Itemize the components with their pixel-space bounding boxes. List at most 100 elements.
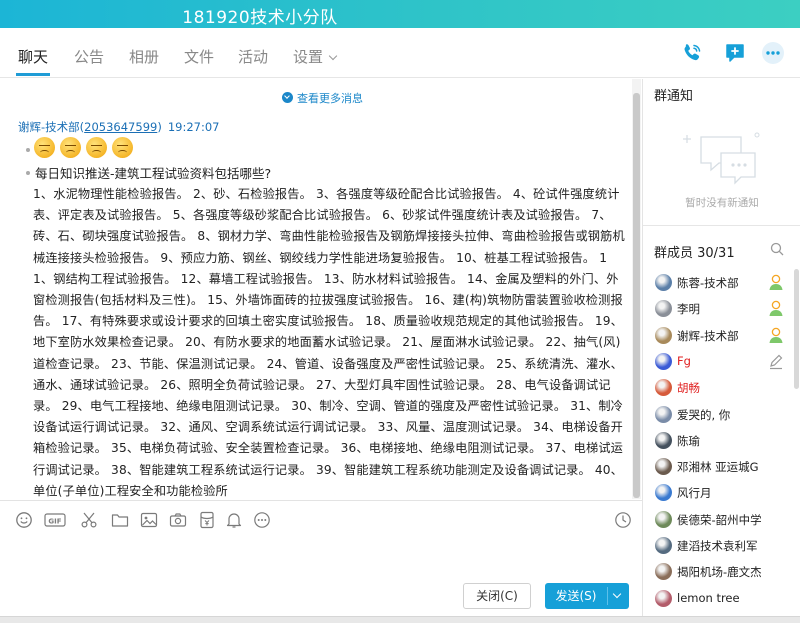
tab-settings-label: 设置 xyxy=(293,48,324,66)
red-packet-icon[interactable] xyxy=(198,511,216,529)
sender-id-close: ) xyxy=(157,120,162,134)
input-toolbar: GIF xyxy=(0,500,642,538)
send-button-divider xyxy=(607,587,608,605)
send-options-chevron-icon[interactable] xyxy=(612,589,622,599)
send-button-label: 发送(S) xyxy=(555,589,597,603)
avatar[interactable] xyxy=(655,274,672,291)
group-notice-title: 群通知 xyxy=(654,89,694,104)
member-row[interactable]: 陈蓉-技术部 xyxy=(643,271,800,295)
admin-user-icon xyxy=(769,301,783,317)
tab-album[interactable]: 相册 xyxy=(129,46,159,67)
tab-settings[interactable]: 设置 xyxy=(293,46,338,67)
member-row[interactable]: 爱哭的, 你 xyxy=(643,403,800,427)
close-button[interactable]: 关闭(C) xyxy=(463,583,531,609)
more-icon[interactable] xyxy=(761,41,785,65)
member-name[interactable]: 谢辉-技术部 xyxy=(677,328,739,344)
chevron-down-icon xyxy=(328,51,338,61)
member-name[interactable]: 揭阳机场-鹿文杰 xyxy=(677,564,762,580)
search-icon[interactable] xyxy=(770,242,784,256)
member-row[interactable]: 揭阳机场-鹿文杰 xyxy=(643,560,800,584)
tab-bar: 聊天 公告 相册 文件 活动 设置 xyxy=(0,28,800,78)
send-button[interactable]: 发送(S) xyxy=(545,583,629,609)
tab-files[interactable]: 文件 xyxy=(184,46,214,67)
view-more-label: 查看更多消息 xyxy=(297,92,363,105)
scissors-icon[interactable] xyxy=(80,511,98,529)
member-name[interactable]: 风行月 xyxy=(677,485,712,501)
avatar[interactable] xyxy=(655,563,672,581)
panel-divider xyxy=(643,225,800,226)
avatar[interactable] xyxy=(655,379,672,397)
avatar[interactable] xyxy=(655,405,672,423)
bell-icon[interactable] xyxy=(225,511,243,529)
sad-face-emoji-icon xyxy=(34,137,55,158)
view-more-link[interactable]: 查看更多消息 xyxy=(282,90,363,106)
member-row[interactable]: 风行月 xyxy=(643,481,800,505)
svg-text:GIF: GIF xyxy=(48,517,61,525)
phone-icon[interactable] xyxy=(680,41,704,65)
tab-announcements[interactable]: 公告 xyxy=(74,46,104,67)
sender-name[interactable]: 谢辉-技术部 xyxy=(18,120,80,134)
right-panel: 群通知 暂时没有新通知 群成员 30/31 陈蓉-技术部 李明谢辉-技术部 Fg 胡畅… xyxy=(642,79,800,623)
member-row[interactable]: 邓湘林 亚运城G xyxy=(643,455,800,479)
title-bar[interactable]: 181920技术小分队 xyxy=(0,0,800,28)
emoji-icon[interactable] xyxy=(15,511,33,529)
member-name[interactable]: 爱哭的, 你 xyxy=(677,407,730,423)
message-body: 1、水泥物理性能检验报告。 2、砂、石检验报告。 3、各强度等级砼配合比试验报告… xyxy=(33,187,625,498)
members-title: 群成员 30/31 xyxy=(654,246,735,261)
window-title: 181920技术小分队 xyxy=(182,8,338,28)
history-icon[interactable] xyxy=(614,511,632,529)
avatar[interactable] xyxy=(655,510,672,528)
member-row[interactable]: 李明 xyxy=(643,297,800,321)
more-dots-icon[interactable] xyxy=(253,511,271,529)
member-row[interactable]: Fg xyxy=(643,350,800,374)
member-name[interactable]: lemon tree xyxy=(677,591,740,605)
image-icon[interactable] xyxy=(140,511,158,529)
member-row[interactable]: lemon tree xyxy=(643,587,800,611)
avatar[interactable] xyxy=(655,431,672,449)
message-scrollbar[interactable] xyxy=(632,79,641,499)
add-app-icon[interactable] xyxy=(723,41,747,65)
message-area[interactable]: 查看更多消息 谢辉-技术部(2053647599) 19:27:07 每日知识推送… xyxy=(0,79,632,499)
member-name[interactable]: 陈蓉-技术部 xyxy=(677,275,739,291)
folder-icon[interactable] xyxy=(111,511,129,529)
sender-id[interactable]: 2053647599 xyxy=(84,120,157,134)
camera-icon[interactable] xyxy=(169,511,187,529)
message-input[interactable] xyxy=(0,538,642,578)
member-list-scrollbar[interactable] xyxy=(794,269,799,389)
avatar[interactable] xyxy=(655,537,672,554)
sad-face-emoji-icon xyxy=(86,137,107,158)
message-sender[interactable]: 谢辉-技术部(2053647599) 19:27:07 xyxy=(18,119,219,135)
member-name[interactable]: Fg xyxy=(677,354,691,368)
avatar[interactable] xyxy=(655,326,672,344)
notice-empty-text: 暂时没有新通知 xyxy=(685,197,759,209)
member-row[interactable]: 侯德荣-韶州中学 xyxy=(643,508,800,532)
member-row[interactable]: 建滔技术袁利军 xyxy=(643,534,800,558)
sad-face-emoji-icon xyxy=(112,137,133,158)
active-tab-indicator xyxy=(16,73,50,76)
emoji-message xyxy=(34,137,138,163)
message-bullet xyxy=(26,148,30,152)
sad-face-emoji-icon xyxy=(60,137,81,158)
member-row[interactable]: 胡畅 xyxy=(643,376,800,400)
arrow-up-circle-icon xyxy=(282,92,293,103)
tab-activities[interactable]: 活动 xyxy=(238,46,268,67)
member-name[interactable]: 侯德荣-韶州中学 xyxy=(677,512,762,528)
avatar[interactable] xyxy=(655,300,672,318)
group-chat-window: 181920技术小分队 聊天 公告 相册 文件 活动 设置 查看更多消息 谢辉-… xyxy=(0,0,800,623)
gif-icon[interactable]: GIF xyxy=(44,511,66,529)
member-row[interactable]: 陈瑜 xyxy=(643,429,800,453)
member-name[interactable]: 建滔技术袁利军 xyxy=(677,538,758,554)
avatar[interactable] xyxy=(655,484,672,502)
member-name[interactable]: 邓湘林 亚运城G xyxy=(677,459,759,475)
member-name[interactable]: 陈瑜 xyxy=(677,433,700,449)
avatar[interactable] xyxy=(655,589,672,607)
avatar[interactable] xyxy=(655,458,672,476)
member-name[interactable]: 胡畅 xyxy=(677,380,700,396)
member-row[interactable]: 谢辉-技术部 xyxy=(643,324,800,348)
member-name[interactable]: 李明 xyxy=(677,301,700,317)
avatar[interactable] xyxy=(655,352,672,370)
tab-chat[interactable]: 聊天 xyxy=(18,46,48,67)
edit-pencil-icon[interactable] xyxy=(768,353,784,370)
message-bullet xyxy=(26,171,30,175)
scrollbar-thumb[interactable] xyxy=(633,93,640,498)
